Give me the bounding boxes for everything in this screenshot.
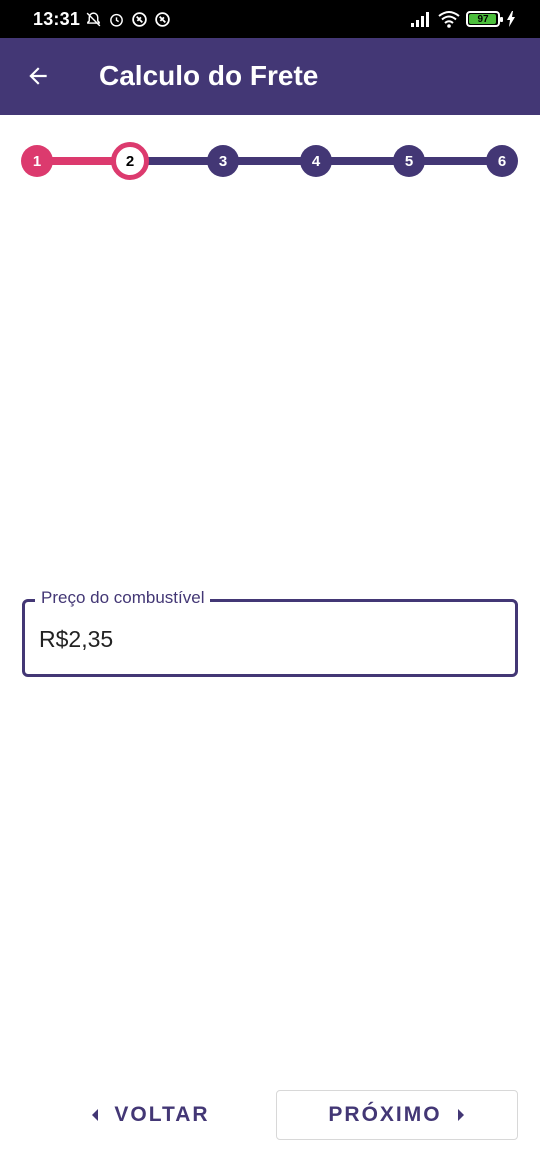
next-step-label: PRÓXIMO bbox=[328, 1103, 442, 1126]
app-icon-1 bbox=[132, 12, 147, 27]
step-1-label: 1 bbox=[32, 152, 42, 170]
fuel-price-field[interactable]: Preço do combustível R$2,35 bbox=[22, 588, 518, 677]
step-4-label: 4 bbox=[311, 152, 321, 170]
battery-level: 97 bbox=[477, 13, 489, 25]
step-2[interactable]: 2 bbox=[111, 142, 149, 180]
back-step-button[interactable]: VOLTAR bbox=[70, 1090, 230, 1140]
fuel-price-input[interactable]: R$2,35 bbox=[39, 626, 113, 653]
status-bar: 13:31 97 bbox=[0, 0, 540, 38]
page-title: Calculo do Frete bbox=[99, 60, 319, 91]
step-6[interactable]: 6 bbox=[486, 145, 518, 177]
step-6-label: 6 bbox=[497, 152, 507, 170]
caret-right-icon bbox=[457, 1109, 464, 1121]
signal-icon bbox=[411, 12, 429, 27]
status-left-icons bbox=[85, 11, 171, 28]
step-5-label: 5 bbox=[404, 152, 414, 170]
app-icon-2 bbox=[155, 12, 170, 27]
app-bar: Calculo do Frete bbox=[0, 38, 540, 115]
alarm-icon bbox=[110, 13, 123, 27]
step-2-label: 2 bbox=[125, 152, 135, 170]
battery-icon: 97 bbox=[466, 11, 503, 27]
next-step-button[interactable]: PRÓXIMO bbox=[276, 1090, 518, 1140]
step-3[interactable]: 3 bbox=[207, 145, 239, 177]
wifi-icon bbox=[438, 11, 460, 28]
step-4[interactable]: 4 bbox=[300, 145, 332, 177]
step-1[interactable]: 1 bbox=[21, 145, 53, 177]
status-right-icons: 97 bbox=[410, 10, 516, 28]
back-button[interactable] bbox=[20, 58, 56, 94]
caret-left-icon bbox=[92, 1109, 99, 1121]
notifications-off-icon bbox=[86, 12, 101, 27]
charging-bolt-icon bbox=[507, 11, 515, 27]
arrow-left-icon bbox=[29, 67, 47, 85]
status-time: 13:31 bbox=[33, 9, 81, 29]
step-5[interactable]: 5 bbox=[393, 145, 425, 177]
step-3-label: 3 bbox=[218, 152, 228, 170]
fuel-price-label: Preço do combustível bbox=[35, 588, 211, 608]
progress-stepper: 1 2 3 4 5 6 bbox=[0, 140, 540, 184]
back-step-label: VOLTAR bbox=[114, 1103, 210, 1126]
